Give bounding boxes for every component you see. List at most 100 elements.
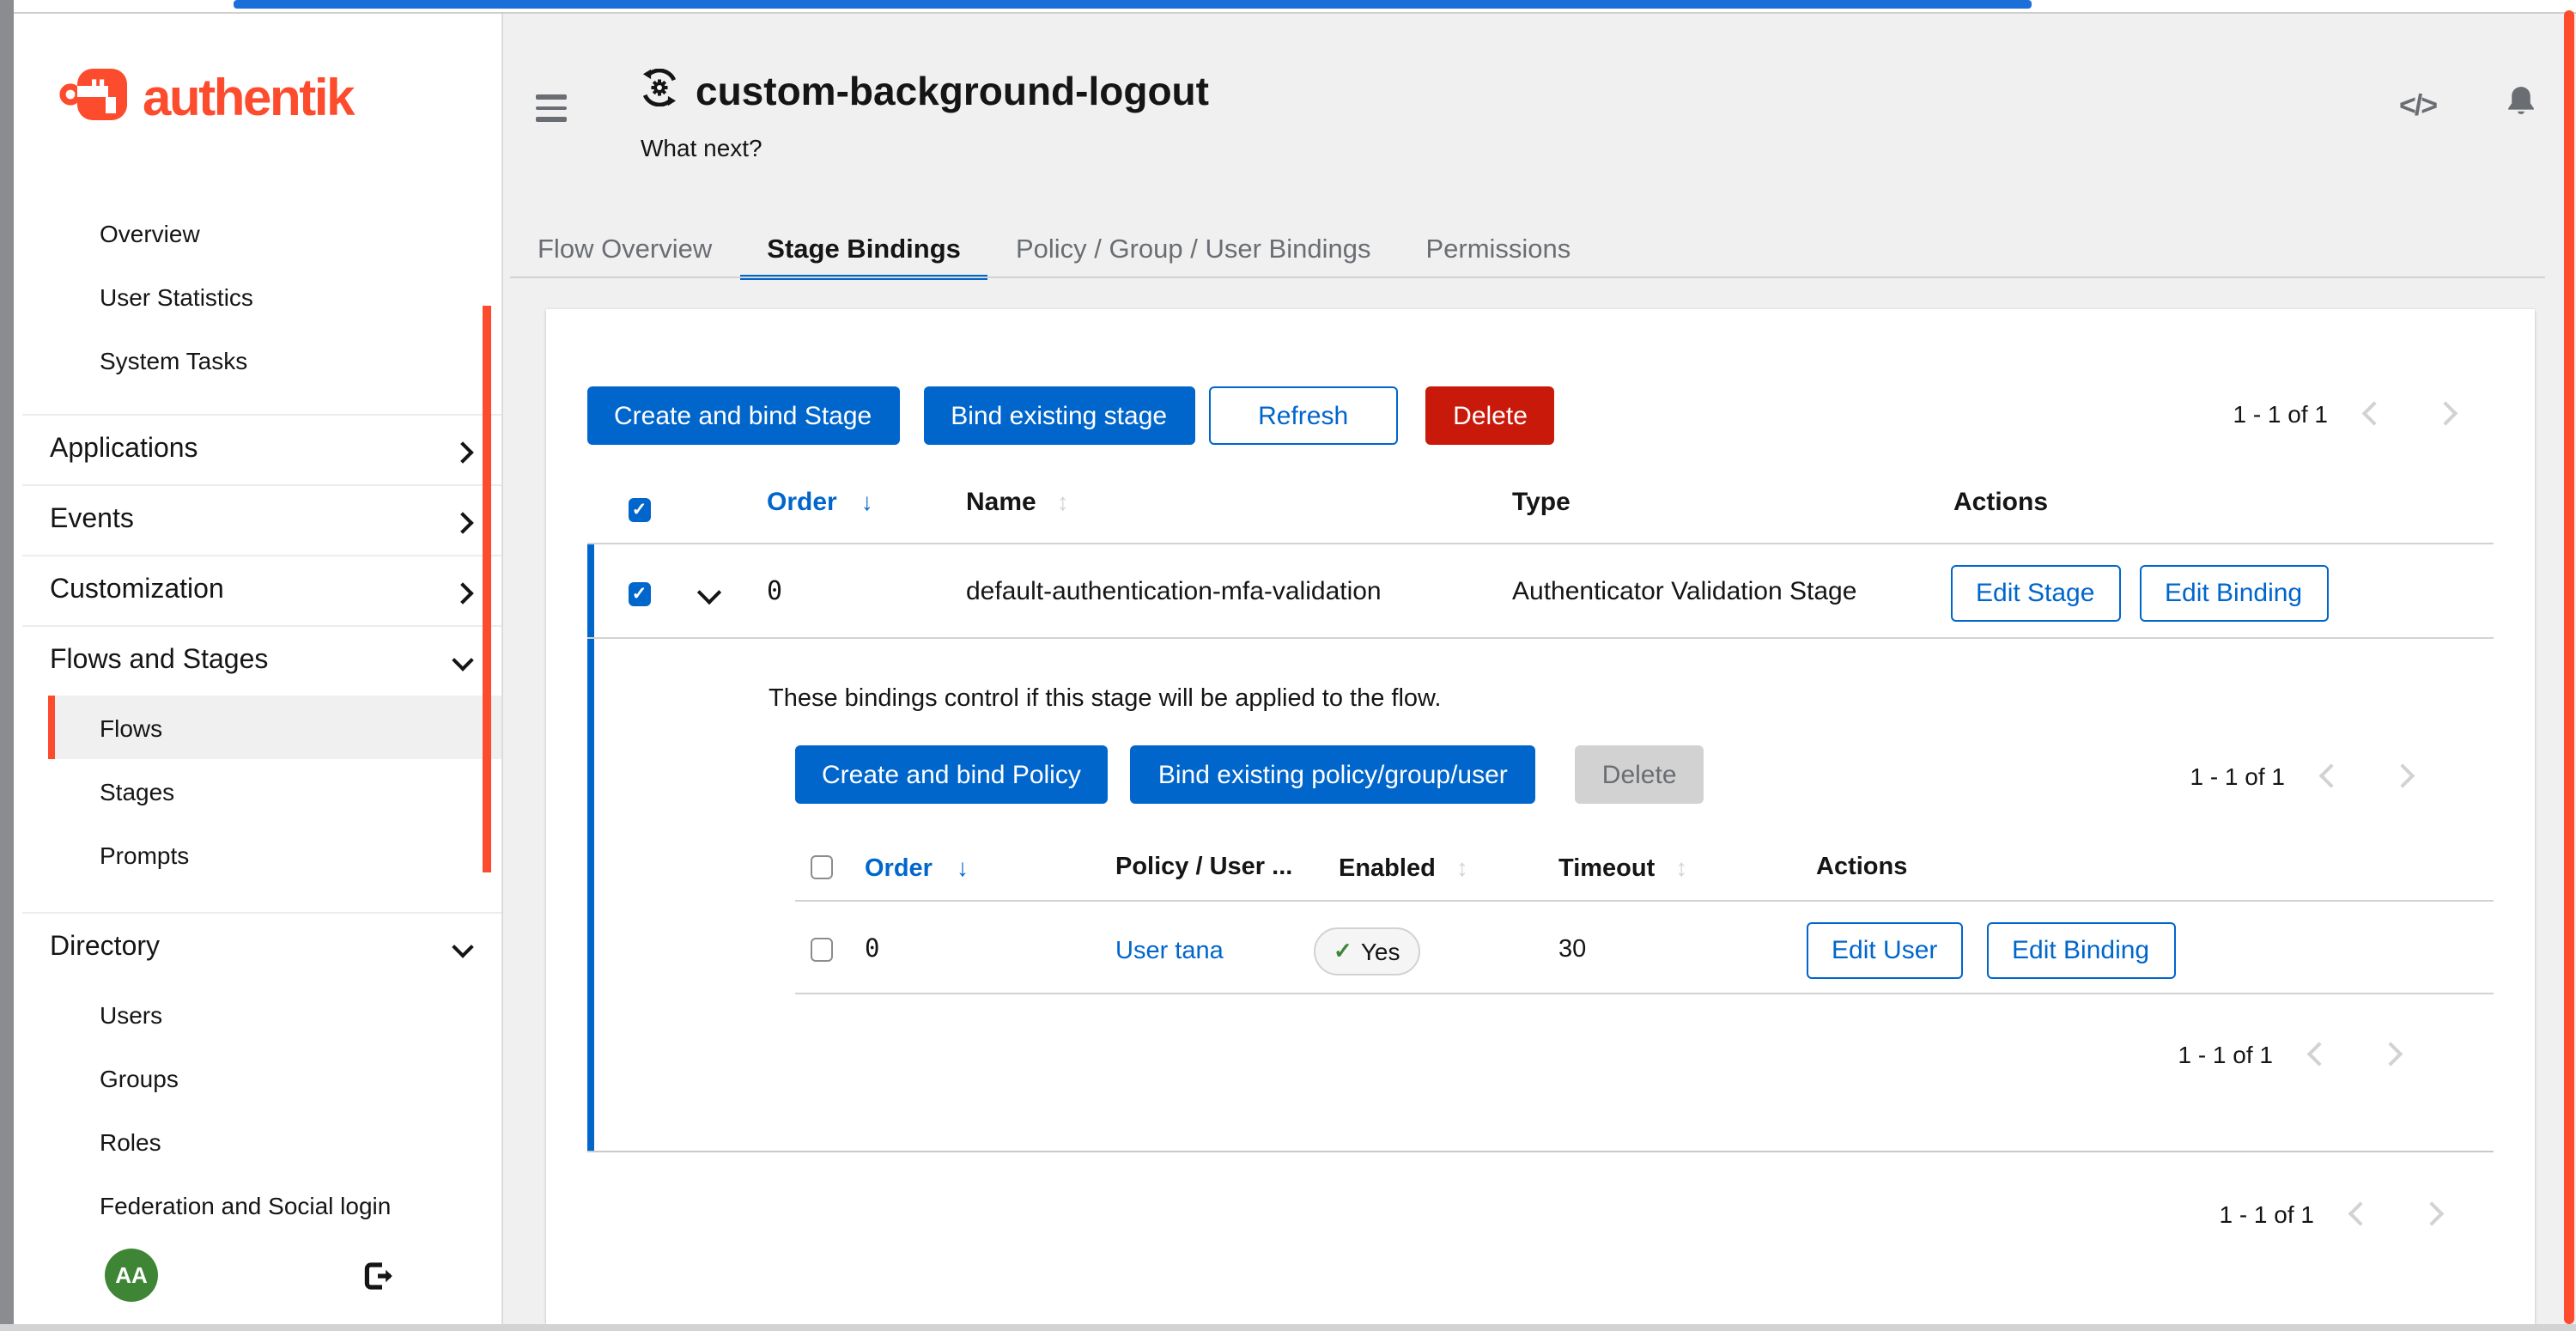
avatar[interactable]: AA	[105, 1249, 158, 1302]
brand-wordmark: authentik	[143, 73, 353, 125]
pagination-next-button[interactable]	[2394, 769, 2410, 785]
pagination-prev-button[interactable]	[2366, 406, 2382, 422]
row-checkbox[interactable]: ✓	[628, 582, 651, 605]
row-name-value: default-authentication-mfa-validation	[966, 577, 1382, 606]
tab-flow-overview[interactable]: Flow Overview	[510, 222, 739, 278]
nested-column-header-timeout[interactable]: Timeout↕	[1558, 854, 1687, 884]
nested-row-divider	[794, 993, 2493, 994]
column-header-order[interactable]: Order↓	[767, 488, 873, 519]
pagination-policies-bottom: 1 - 1 of 1	[2178, 1041, 2398, 1068]
nested-column-header-enabled[interactable]: Enabled↕	[1339, 854, 1468, 884]
nested-row-checkbox[interactable]	[810, 938, 833, 961]
stage-toolbar: Create and bind Stage Bind existing stag…	[586, 386, 1555, 445]
brand-logo[interactable]: authentik	[58, 65, 353, 132]
sidebar-nav: Overview User Statistics System Tasks Ap…	[22, 201, 501, 1237]
page-subtitle: What next?	[641, 134, 762, 161]
tab-divider	[510, 277, 2545, 278]
sidebar-item-stages[interactable]: Stages	[48, 759, 501, 823]
authentik-logo-icon	[58, 65, 131, 132]
tab-policy-group-user-bindings[interactable]: Policy / Group / User Bindings	[988, 222, 1399, 278]
expanded-row-accent-bar	[586, 544, 593, 1151]
enabled-status-badge: ✓ Yes	[1313, 927, 1421, 975]
window-bottom-edge	[0, 1324, 2576, 1331]
window-left-edge	[0, 0, 14, 1331]
sidebar-section-directory[interactable]: Directory	[22, 912, 501, 982]
tab-permissions[interactable]: Permissions	[1398, 222, 1598, 278]
pagination-label: 1 - 1 of 1	[2219, 1200, 2314, 1228]
sidebar-section-applications[interactable]: Applications	[22, 414, 501, 484]
sidebar-item-users[interactable]: Users	[48, 982, 501, 1046]
sort-both-icon: ↕	[1675, 854, 1687, 881]
column-header-actions: Actions	[1953, 488, 2048, 517]
sidebar-section-events[interactable]: Events	[22, 484, 501, 555]
pagination-bottom: 1 - 1 of 1	[2219, 1200, 2439, 1228]
sidebar-section-customization[interactable]: Customization	[22, 555, 501, 625]
sort-desc-icon: ↓	[861, 488, 873, 515]
row-collapse-chevron-icon[interactable]	[696, 580, 720, 605]
table-header-divider	[586, 543, 2493, 544]
column-header-type: Type	[1512, 488, 1571, 517]
pagination-next-button[interactable]	[2437, 406, 2453, 422]
sidebar-item-roles[interactable]: Roles	[48, 1109, 501, 1173]
api-browser-icon[interactable]: </>	[2399, 88, 2436, 123]
edit-stage-button[interactable]: Edit Stage	[1950, 565, 2120, 622]
sidebar-scrollbar[interactable]	[483, 306, 491, 872]
page-scrollbar[interactable]	[2564, 10, 2574, 1324]
header-icons: </>	[2399, 86, 2536, 125]
page-header: custom-background-logout	[641, 69, 1209, 115]
policy-toolbar: Create and bind Policy Bind existing pol…	[794, 745, 1704, 804]
bind-existing-policy-button[interactable]: Bind existing policy/group/user	[1131, 745, 1535, 804]
sidebar-toggle-button[interactable]	[536, 94, 567, 122]
nested-edit-binding-button[interactable]: Edit Binding	[1986, 922, 2175, 979]
refresh-button[interactable]: Refresh	[1208, 386, 1398, 445]
chevron-down-icon	[452, 935, 473, 957]
sidebar-item-system-tasks[interactable]: System Tasks	[48, 328, 501, 392]
sidebar-section-flows-and-stages[interactable]: Flows and Stages	[22, 625, 501, 696]
nested-select-all-checkbox[interactable]	[810, 855, 833, 878]
edit-binding-button[interactable]: Edit Binding	[2139, 565, 2328, 622]
row-divider	[586, 637, 2493, 639]
sidebar-item-prompts[interactable]: Prompts	[48, 823, 501, 886]
top-accent-bar	[234, 0, 2032, 8]
sidebar-item-groups[interactable]: Groups	[48, 1046, 501, 1109]
nested-column-header-policy-user: Policy / User ...	[1115, 854, 1292, 881]
bind-existing-stage-button[interactable]: Bind existing stage	[923, 386, 1194, 445]
edit-user-button[interactable]: Edit User	[1806, 922, 1963, 979]
pagination-label: 1 - 1 of 1	[2190, 763, 2285, 790]
column-header-name[interactable]: Name↕	[966, 488, 1069, 519]
pagination-prev-button[interactable]	[2323, 769, 2339, 785]
pagination-label: 1 - 1 of 1	[2178, 1041, 2273, 1068]
row-order-value: 0	[767, 575, 782, 606]
policy-delete-button-disabled[interactable]: Delete	[1575, 745, 1704, 804]
create-and-bind-stage-button[interactable]: Create and bind Stage	[586, 386, 899, 445]
sidebar: authentik Overview User Statistics Syste…	[14, 14, 503, 1324]
chevron-down-icon	[452, 648, 473, 670]
user-tana-link[interactable]: User tana	[1115, 938, 1224, 965]
logout-icon[interactable]	[364, 1262, 395, 1298]
nested-column-header-order[interactable]: Order↓	[865, 854, 969, 884]
chevron-right-icon	[452, 511, 473, 532]
sidebar-user-area: AA	[14, 1249, 501, 1304]
notifications-bell-icon[interactable]	[2505, 86, 2536, 125]
pagination-prev-button[interactable]	[2352, 1206, 2368, 1223]
sidebar-item-federation-social-login[interactable]: Federation and Social login	[48, 1173, 501, 1237]
sidebar-item-overview[interactable]: Overview	[48, 201, 501, 264]
row-type-value: Authenticator Validation Stage	[1512, 577, 1856, 606]
select-all-checkbox[interactable]: ✓	[628, 498, 651, 521]
pagination-next-button[interactable]	[2382, 1047, 2398, 1063]
pagination-label: 1 - 1 of 1	[2233, 400, 2328, 428]
create-and-bind-policy-button[interactable]: Create and bind Policy	[794, 745, 1109, 804]
nested-row-timeout-value: 30	[1558, 936, 1586, 963]
pagination-next-button[interactable]	[2423, 1206, 2439, 1223]
pagination-prev-button[interactable]	[2311, 1047, 2327, 1063]
sidebar-item-flows[interactable]: Flows	[48, 696, 501, 759]
check-icon: ✓	[1334, 938, 1352, 965]
delete-button[interactable]: Delete	[1425, 386, 1555, 445]
sidebar-item-user-statistics[interactable]: User Statistics	[48, 264, 501, 328]
bindings-description: These bindings control if this stage wil…	[769, 685, 1441, 713]
nested-column-header-actions: Actions	[1816, 854, 1907, 881]
sort-both-icon: ↕	[1057, 488, 1069, 515]
tab-stage-bindings[interactable]: Stage Bindings	[739, 222, 988, 278]
flow-process-icon	[641, 69, 678, 115]
chevron-right-icon	[452, 441, 473, 462]
